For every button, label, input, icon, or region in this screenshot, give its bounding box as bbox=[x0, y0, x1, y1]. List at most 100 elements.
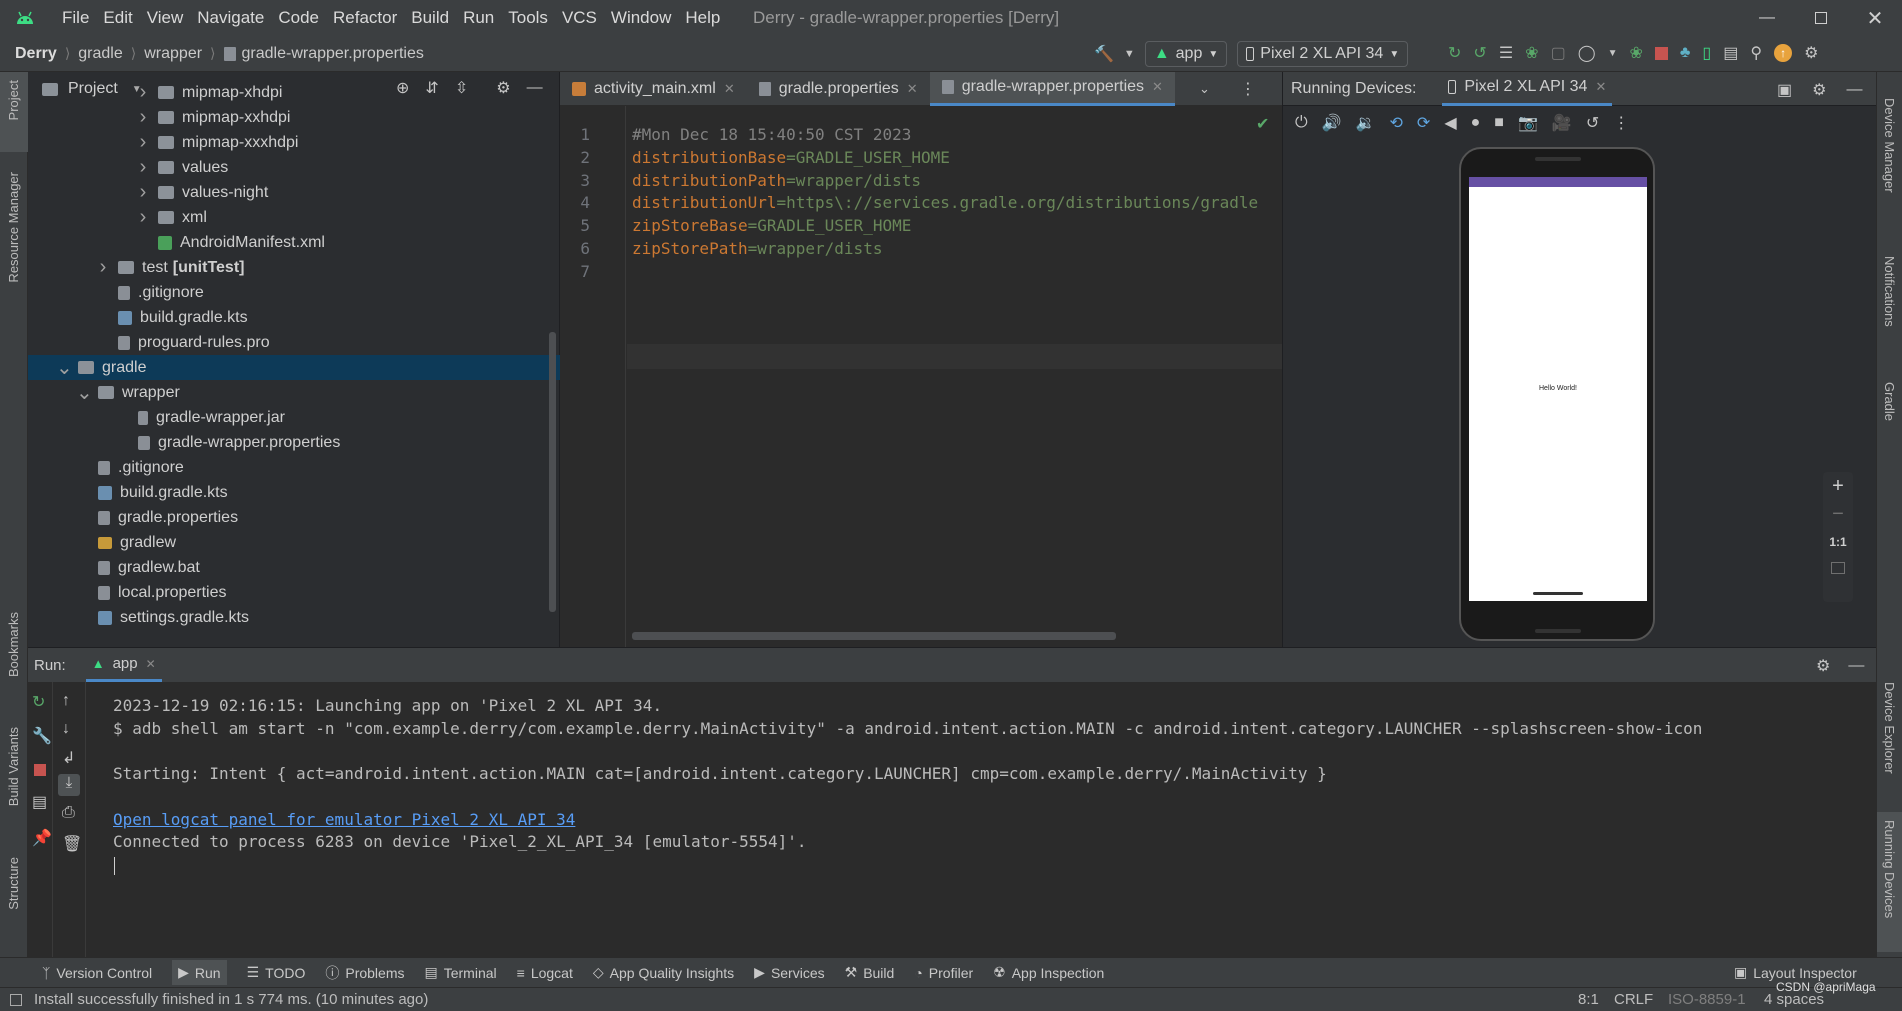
device-manager-tool-label[interactable]: Device Manager bbox=[1882, 98, 1897, 193]
rerun-icon[interactable]: ↻ bbox=[1448, 43, 1461, 63]
tree-item[interactable]: gradlew.bat bbox=[28, 555, 200, 580]
run-tool[interactable]: ▶ Run bbox=[172, 960, 227, 985]
print-icon[interactable]: ⎙ bbox=[62, 804, 75, 822]
attach-process-icon[interactable]: ❀ bbox=[1630, 43, 1643, 63]
build-variants-tool-label[interactable]: Build Variants bbox=[6, 727, 21, 806]
settings-icon[interactable]: ⚙ bbox=[1816, 656, 1830, 676]
chevron-right-icon[interactable]: › bbox=[136, 81, 150, 104]
run-tab-app[interactable]: ▲ app ✕ bbox=[85, 648, 162, 682]
code-line[interactable]: distributionUrl=https\://services.gradle… bbox=[632, 193, 1258, 212]
tree-item[interactable]: gradle-wrapper.jar bbox=[28, 405, 285, 430]
coverage-icon[interactable]: ☰ bbox=[1499, 43, 1513, 63]
code-line[interactable]: zipStoreBase=GRADLE_USER_HOME bbox=[632, 216, 911, 235]
home-icon[interactable]: ● bbox=[1471, 114, 1481, 132]
code-line[interactable]: zipStorePath=wrapper/dists bbox=[632, 239, 882, 258]
close-window-button[interactable]: ✕ bbox=[1848, 6, 1902, 31]
menu-vcs[interactable]: VCS bbox=[562, 8, 597, 28]
close-tab-icon[interactable]: ✕ bbox=[724, 81, 735, 97]
update-icon[interactable]: ↑ bbox=[1774, 44, 1793, 62]
logcat-tool[interactable]: ≡ Logcat bbox=[517, 965, 573, 981]
tree-item[interactable]: .gitignore bbox=[28, 455, 184, 480]
settings-icon[interactable]: ⚙ bbox=[496, 78, 510, 98]
snapshot-icon[interactable]: ↺ bbox=[1586, 113, 1599, 133]
emulator-screen[interactable]: Hello World! bbox=[1469, 177, 1647, 601]
close-tab-icon[interactable]: ✕ bbox=[146, 657, 156, 671]
screenshot-icon[interactable]: 📷 bbox=[1518, 113, 1538, 133]
chevron-right-icon[interactable]: › bbox=[96, 256, 110, 279]
tree-item[interactable]: › test [unitTest] bbox=[28, 255, 245, 280]
gradle-tool-label[interactable]: Gradle bbox=[1882, 382, 1897, 421]
layout-icon[interactable]: ▤ bbox=[32, 792, 47, 812]
back-icon[interactable]: ◀ bbox=[1444, 113, 1456, 133]
code-line[interactable]: distributionPath=wrapper/dists bbox=[632, 171, 921, 190]
tree-item[interactable]: gradlew bbox=[28, 530, 176, 555]
minimize-button[interactable]: — bbox=[1740, 9, 1794, 27]
chevron-down-icon[interactable]: ▼ bbox=[1608, 48, 1618, 59]
fit-screen-icon[interactable] bbox=[1831, 562, 1845, 574]
more-options-icon[interactable]: ⋮ bbox=[1240, 79, 1256, 99]
chevron-down-icon[interactable]: ⌄ bbox=[76, 380, 93, 405]
apply-changes-icon[interactable]: ↺ bbox=[1473, 43, 1486, 63]
tree-item[interactable]: build.gradle.kts bbox=[28, 305, 248, 330]
menu-help[interactable]: Help bbox=[685, 8, 720, 28]
menu-refactor[interactable]: Refactor bbox=[333, 8, 397, 28]
debug-icon[interactable]: ❀ bbox=[1525, 43, 1538, 63]
settings-icon[interactable]: ⚙ bbox=[1804, 43, 1818, 63]
app-quality-insights-tool[interactable]: ◇ App Quality Insights bbox=[593, 964, 734, 981]
app-inspection-tool[interactable]: ☢ App Inspection bbox=[993, 964, 1104, 981]
stop-icon[interactable] bbox=[1654, 46, 1668, 60]
project-tool-label[interactable]: Project bbox=[6, 80, 21, 120]
status-toggle-icon[interactable] bbox=[10, 993, 22, 1006]
scroll-to-end-icon[interactable]: ⤓ bbox=[58, 774, 80, 796]
hide-panel-icon[interactable]: — bbox=[527, 79, 543, 97]
menu-run[interactable]: Run bbox=[463, 8, 494, 28]
line-separator[interactable]: CRLF bbox=[1614, 991, 1653, 1008]
tree-item[interactable]: › values bbox=[28, 155, 229, 180]
tree-item[interactable]: gradle.properties bbox=[28, 505, 238, 530]
pin-icon[interactable]: 📌 bbox=[32, 828, 52, 848]
device-tab[interactable]: Pixel 2 XL API 34 ✕ bbox=[1442, 72, 1613, 106]
tab-gradle-properties[interactable]: gradle.properties ✕ bbox=[747, 72, 930, 106]
collapse-all-icon[interactable]: ⇳ bbox=[455, 78, 468, 98]
menu-build[interactable]: Build bbox=[411, 8, 449, 28]
running-devices-tool-label[interactable]: Running Devices bbox=[1882, 820, 1897, 918]
tree-item[interactable]: › mipmap-xxhdpi bbox=[28, 105, 291, 130]
notifications-tool-label[interactable]: Notifications bbox=[1882, 256, 1897, 327]
tree-item[interactable]: ⌄ wrapper bbox=[28, 380, 180, 405]
editor-horizontal-scrollbar[interactable] bbox=[632, 632, 1116, 640]
zoom-in-button[interactable]: + bbox=[1823, 472, 1853, 500]
chevron-right-icon[interactable]: › bbox=[136, 206, 150, 229]
resource-manager-tool-label[interactable]: Resource Manager bbox=[6, 172, 21, 283]
chevron-right-icon[interactable]: › bbox=[136, 156, 150, 179]
tree-item[interactable]: proguard-rules.pro bbox=[28, 330, 270, 355]
todo-tool[interactable]: ☰ TODO bbox=[247, 964, 306, 981]
file-encoding[interactable]: ISO-8859-1 bbox=[1668, 991, 1746, 1008]
locate-icon[interactable]: ⊕ bbox=[396, 78, 409, 98]
tree-item[interactable]: gradle-wrapper.properties bbox=[28, 430, 340, 455]
code-line[interactable]: #Mon Dec 18 15:40:50 CST 2023 bbox=[632, 125, 911, 144]
power-icon[interactable]: ⏻ bbox=[1295, 114, 1308, 132]
settings-icon[interactable]: ⚙ bbox=[1812, 80, 1826, 100]
arrow-down-icon[interactable]: ↓ bbox=[62, 720, 70, 738]
menu-code[interactable]: Code bbox=[278, 8, 319, 28]
device-explorer-tool-label[interactable]: Device Explorer bbox=[1882, 682, 1897, 774]
sdk-manager-icon[interactable]: ▤ bbox=[1723, 43, 1738, 63]
status-message[interactable]: Install successfully finished in 1 s 774… bbox=[34, 991, 428, 1008]
tabs-dropdown-icon[interactable]: ⌄ bbox=[1199, 81, 1210, 97]
profiler-tool[interactable]: ◔ Profiler bbox=[914, 965, 973, 981]
arrow-up-icon[interactable]: ↑ bbox=[62, 692, 70, 710]
window-mode-icon[interactable]: ▣ bbox=[1777, 80, 1792, 100]
menu-window[interactable]: Window bbox=[611, 8, 671, 28]
menu-view[interactable]: View bbox=[147, 8, 184, 28]
attach-debugger-icon[interactable]: ▢ bbox=[1551, 43, 1566, 63]
structure-tool-label[interactable]: Structure bbox=[6, 857, 21, 910]
terminal-tool[interactable]: ▤ Terminal bbox=[425, 964, 497, 981]
tab-gradle-wrapper-properties[interactable]: gradle-wrapper.properties ✕ bbox=[929, 71, 1175, 106]
bookmarks-tool-label[interactable]: Bookmarks bbox=[6, 612, 21, 677]
overview-icon[interactable]: ■ bbox=[1494, 114, 1504, 132]
tree-item[interactable]: › mipmap-xhdpi bbox=[28, 80, 283, 105]
menu-navigate[interactable]: Navigate bbox=[197, 8, 264, 28]
profile-icon[interactable]: ◯ bbox=[1578, 43, 1596, 63]
maximize-button[interactable] bbox=[1794, 12, 1848, 24]
more-options-icon[interactable]: ⋮ bbox=[1613, 113, 1629, 133]
